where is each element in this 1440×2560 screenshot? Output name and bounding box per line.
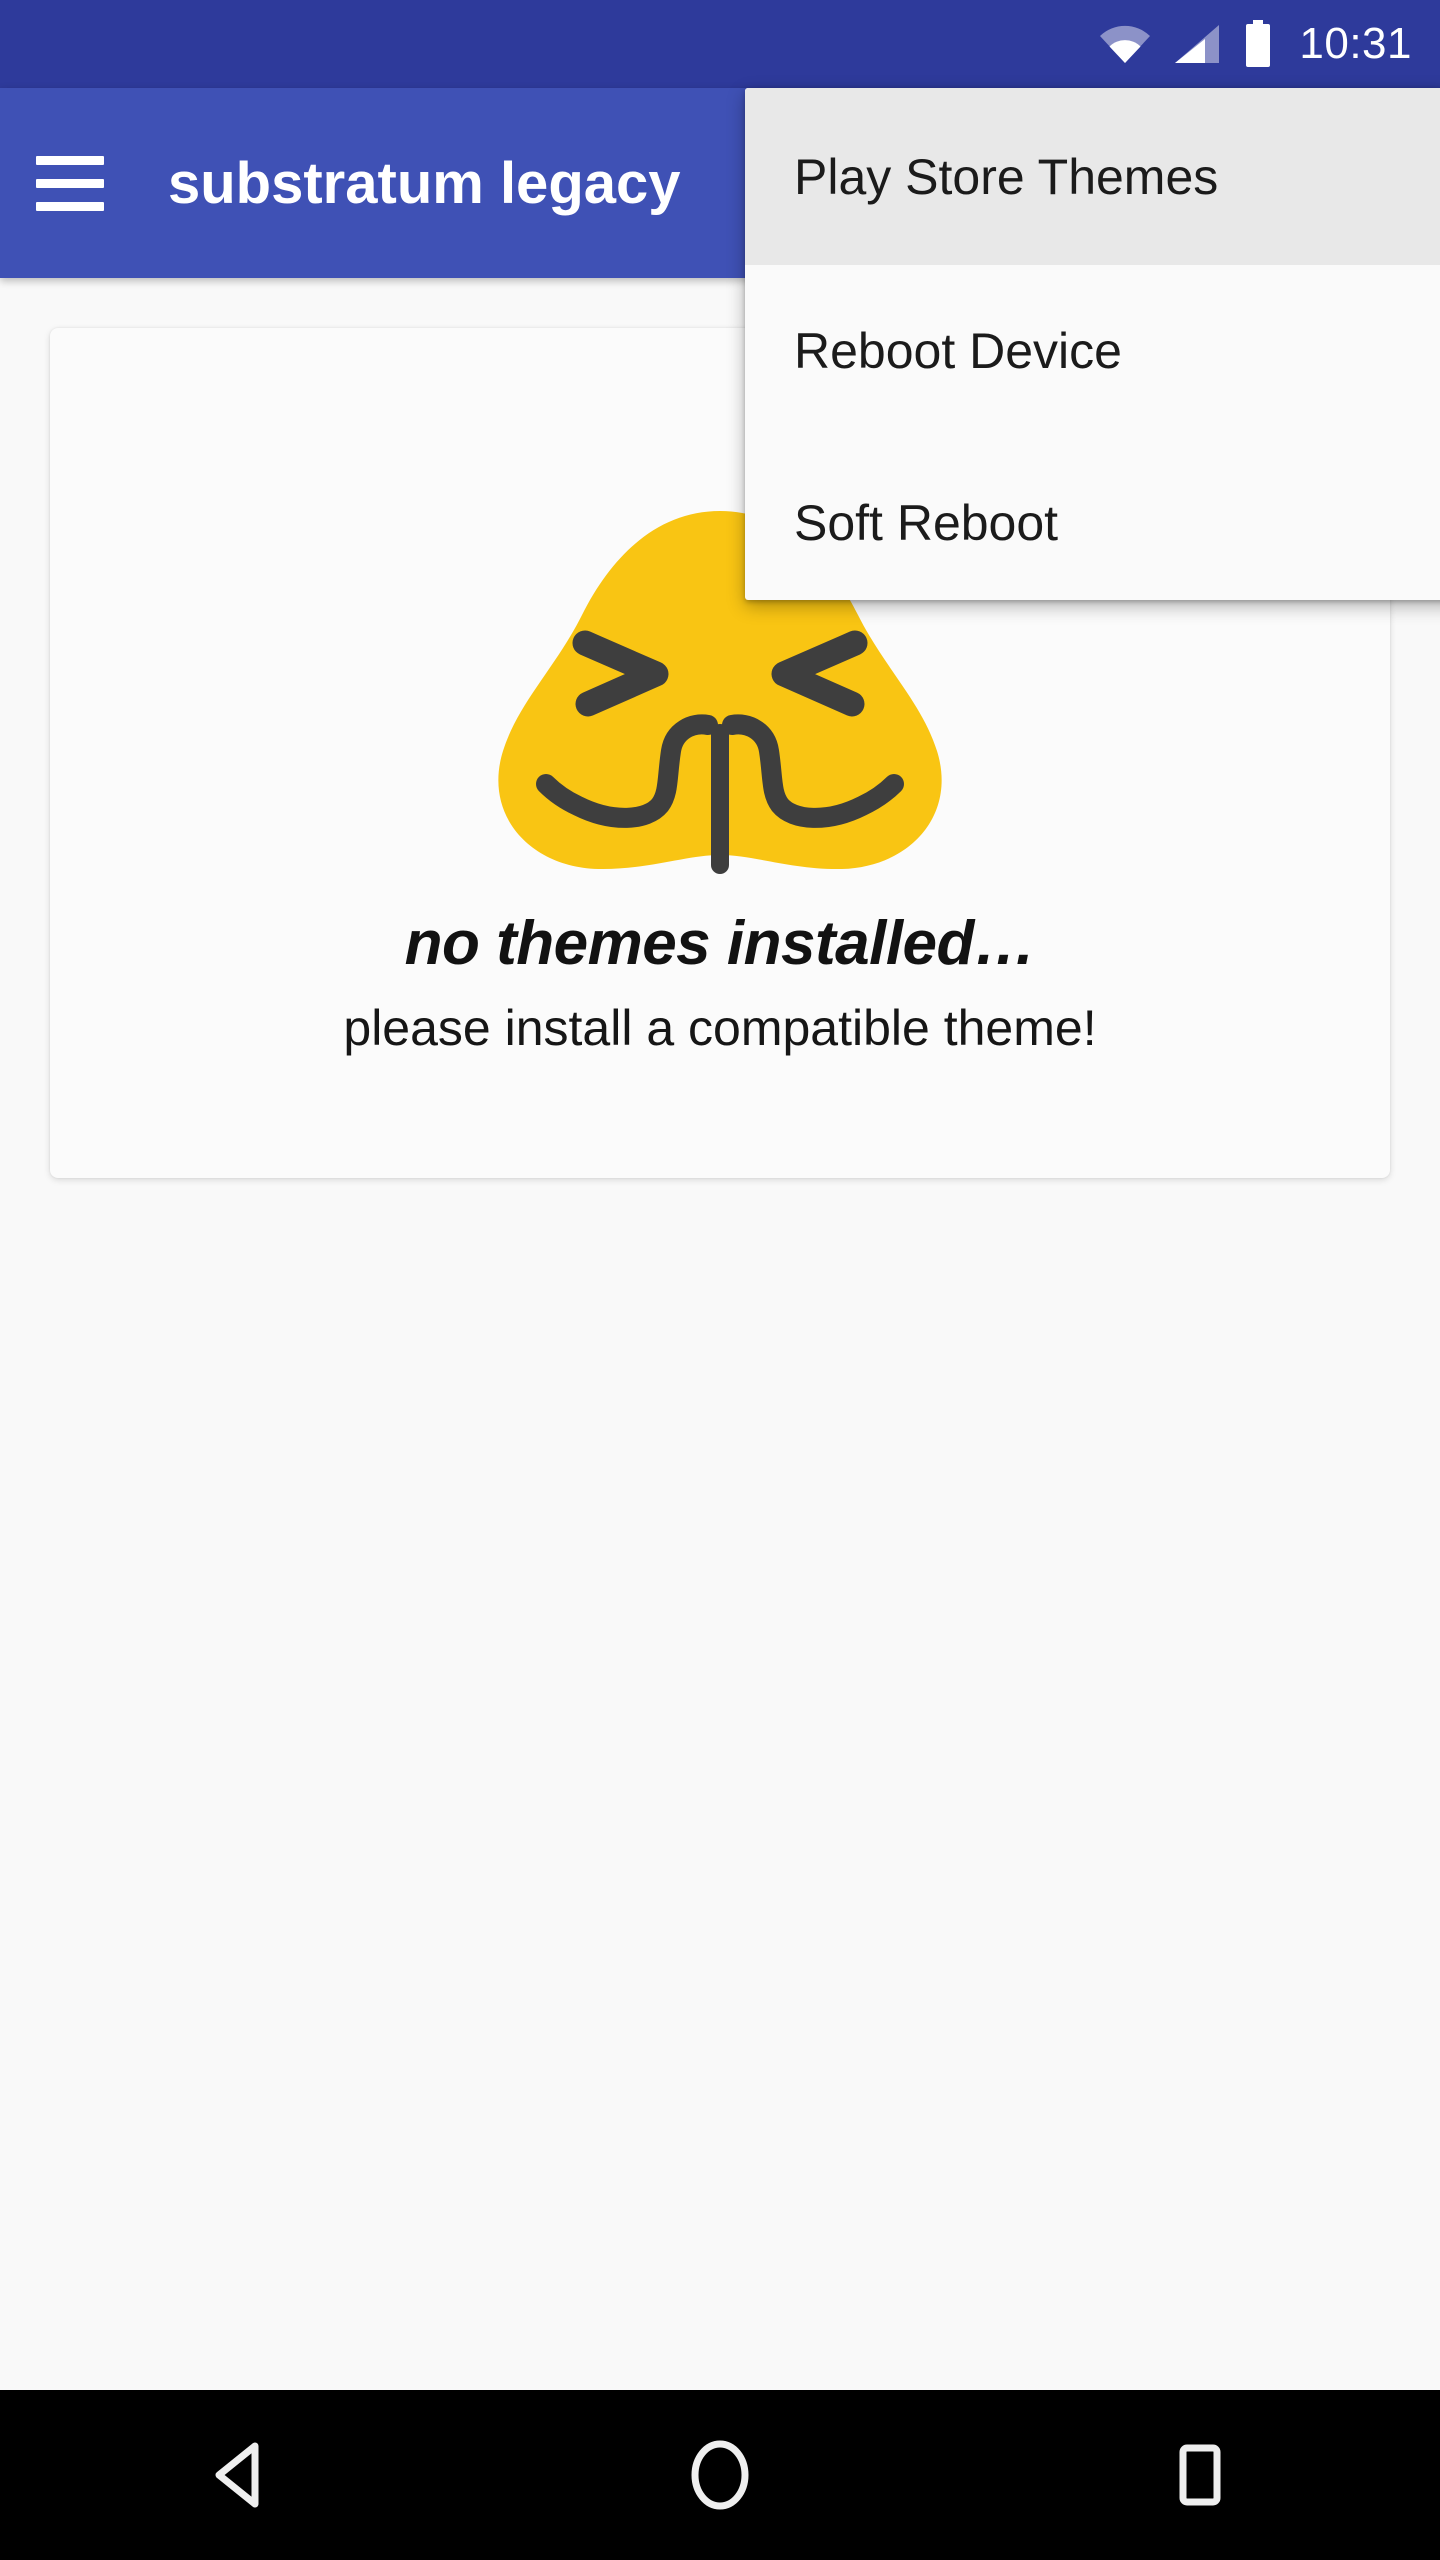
back-triangle-icon	[215, 2442, 259, 2508]
wifi-icon	[1100, 25, 1151, 63]
hamburger-menu-icon[interactable]	[8, 88, 132, 278]
empty-state-subtitle: please install a compatible theme!	[343, 1000, 1097, 1056]
cellular-signal-icon	[1175, 25, 1220, 63]
menu-item-reboot-device[interactable]: Reboot Device	[745, 265, 1440, 437]
back-button[interactable]	[0, 2440, 480, 2510]
status-bar: 10:31	[0, 0, 1440, 88]
home-button[interactable]	[480, 2439, 960, 2511]
hamburger-bar	[36, 201, 104, 211]
navigation-bar	[0, 2390, 1440, 2560]
menu-item-play-store-themes[interactable]: Play Store Themes	[745, 88, 1440, 265]
menu-item-soft-reboot[interactable]: Soft Reboot	[745, 437, 1440, 600]
hamburger-bar	[36, 178, 104, 188]
status-bar-clock: 10:31	[1299, 19, 1412, 68]
page-title: substratum legacy	[168, 150, 681, 216]
hamburger-bar	[36, 155, 104, 165]
overflow-menu: Play Store Themes Reboot Device Soft Reb…	[745, 88, 1440, 600]
empty-state-title: no themes installed…	[404, 909, 1036, 978]
recents-square-icon	[1179, 2444, 1221, 2506]
recents-button[interactable]	[960, 2442, 1440, 2508]
home-circle-icon	[691, 2440, 749, 2510]
android-screen: 10:31 substratum legacy no themes instal…	[0, 0, 1440, 2560]
battery-icon	[1246, 20, 1271, 67]
